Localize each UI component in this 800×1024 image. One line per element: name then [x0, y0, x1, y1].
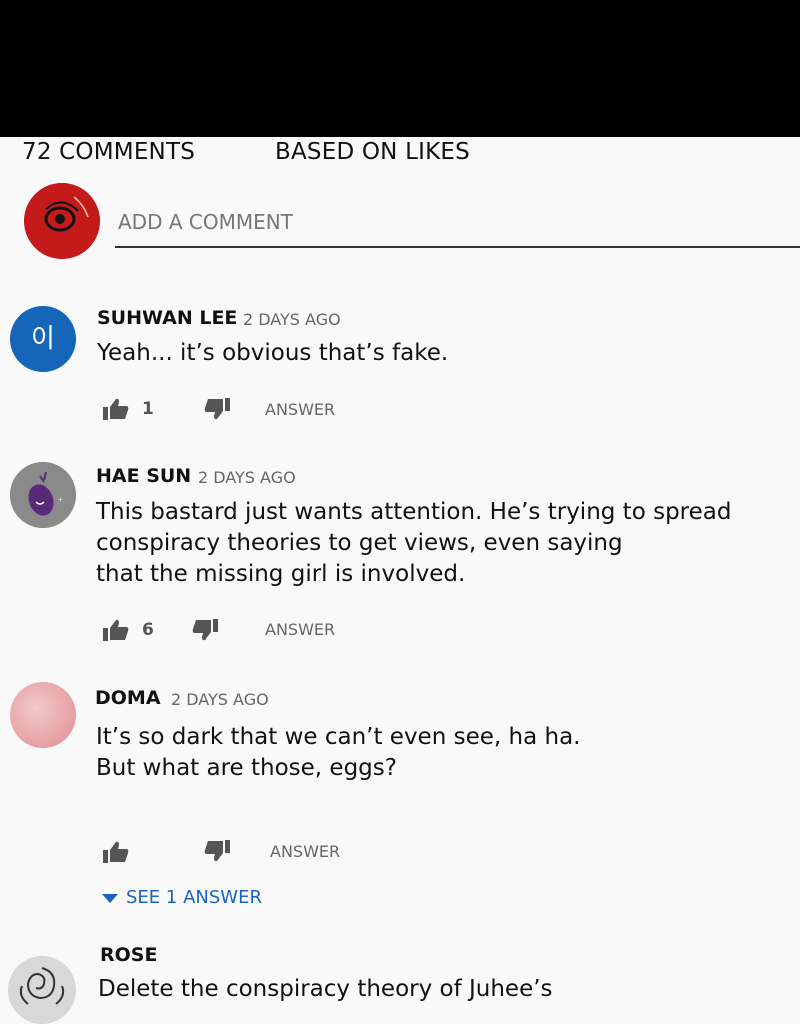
see-replies-link[interactable]: SEE 1 ANSWER	[126, 887, 262, 908]
comment-author[interactable]: SUHWAN LEE	[97, 307, 237, 329]
comment-author[interactable]: DOMA	[95, 687, 161, 709]
add-comment-underline	[115, 246, 800, 248]
comment-text: Yeah... it’s obvious that’s fake.	[97, 340, 449, 366]
thumbs-up-icon[interactable]	[103, 841, 129, 863]
rose-drawing-icon	[8, 956, 76, 1024]
caret-down-icon[interactable]	[102, 894, 118, 904]
comment-count: 72 COMMENTS	[22, 139, 196, 165]
comment-text: Delete the conspiracy theory of Juhee’s	[98, 976, 553, 1002]
answer-button[interactable]: ANSWER	[265, 400, 335, 419]
comment-text: It’s so dark that we can’t even see, ha …	[96, 724, 581, 781]
eye-drawing-icon	[24, 183, 100, 259]
thumbs-up-icon[interactable]	[103, 619, 129, 641]
thumbs-up-icon[interactable]	[103, 398, 129, 420]
thumbs-down-icon[interactable]	[204, 840, 230, 862]
comment-text: This bastard just wants attention. He’s …	[96, 499, 732, 587]
current-user-avatar	[24, 183, 100, 259]
comment-time: 2 DAYS AGO	[198, 468, 296, 487]
comment-time: 2 DAYS AGO	[171, 690, 269, 709]
sort-by-likes[interactable]: BASED ON LIKES	[275, 139, 470, 165]
svg-text:+: +	[58, 495, 63, 504]
avatar-rose[interactable]	[8, 956, 76, 1024]
comment-author[interactable]: HAE SUN	[96, 465, 191, 487]
top-black-bar	[0, 0, 800, 137]
add-comment-input[interactable]: ADD A COMMENT	[118, 210, 293, 234]
avatar-doma[interactable]	[10, 682, 76, 748]
like-count: 1	[142, 399, 154, 419]
avatar-hae-sun[interactable]: +	[10, 462, 76, 528]
comment-time: 2 DAYS AGO	[243, 310, 341, 329]
like-count: 6	[142, 620, 154, 640]
answer-button[interactable]: ANSWER	[265, 620, 335, 639]
answer-button[interactable]: ANSWER	[270, 842, 340, 861]
comment-author[interactable]: ROSE	[100, 944, 157, 966]
thumbs-down-icon[interactable]	[204, 398, 230, 420]
eggplant-drawing-icon: +	[10, 462, 76, 528]
avatar-suhwan-lee[interactable]: 이	[10, 306, 76, 372]
thumbs-down-icon[interactable]	[192, 619, 218, 641]
